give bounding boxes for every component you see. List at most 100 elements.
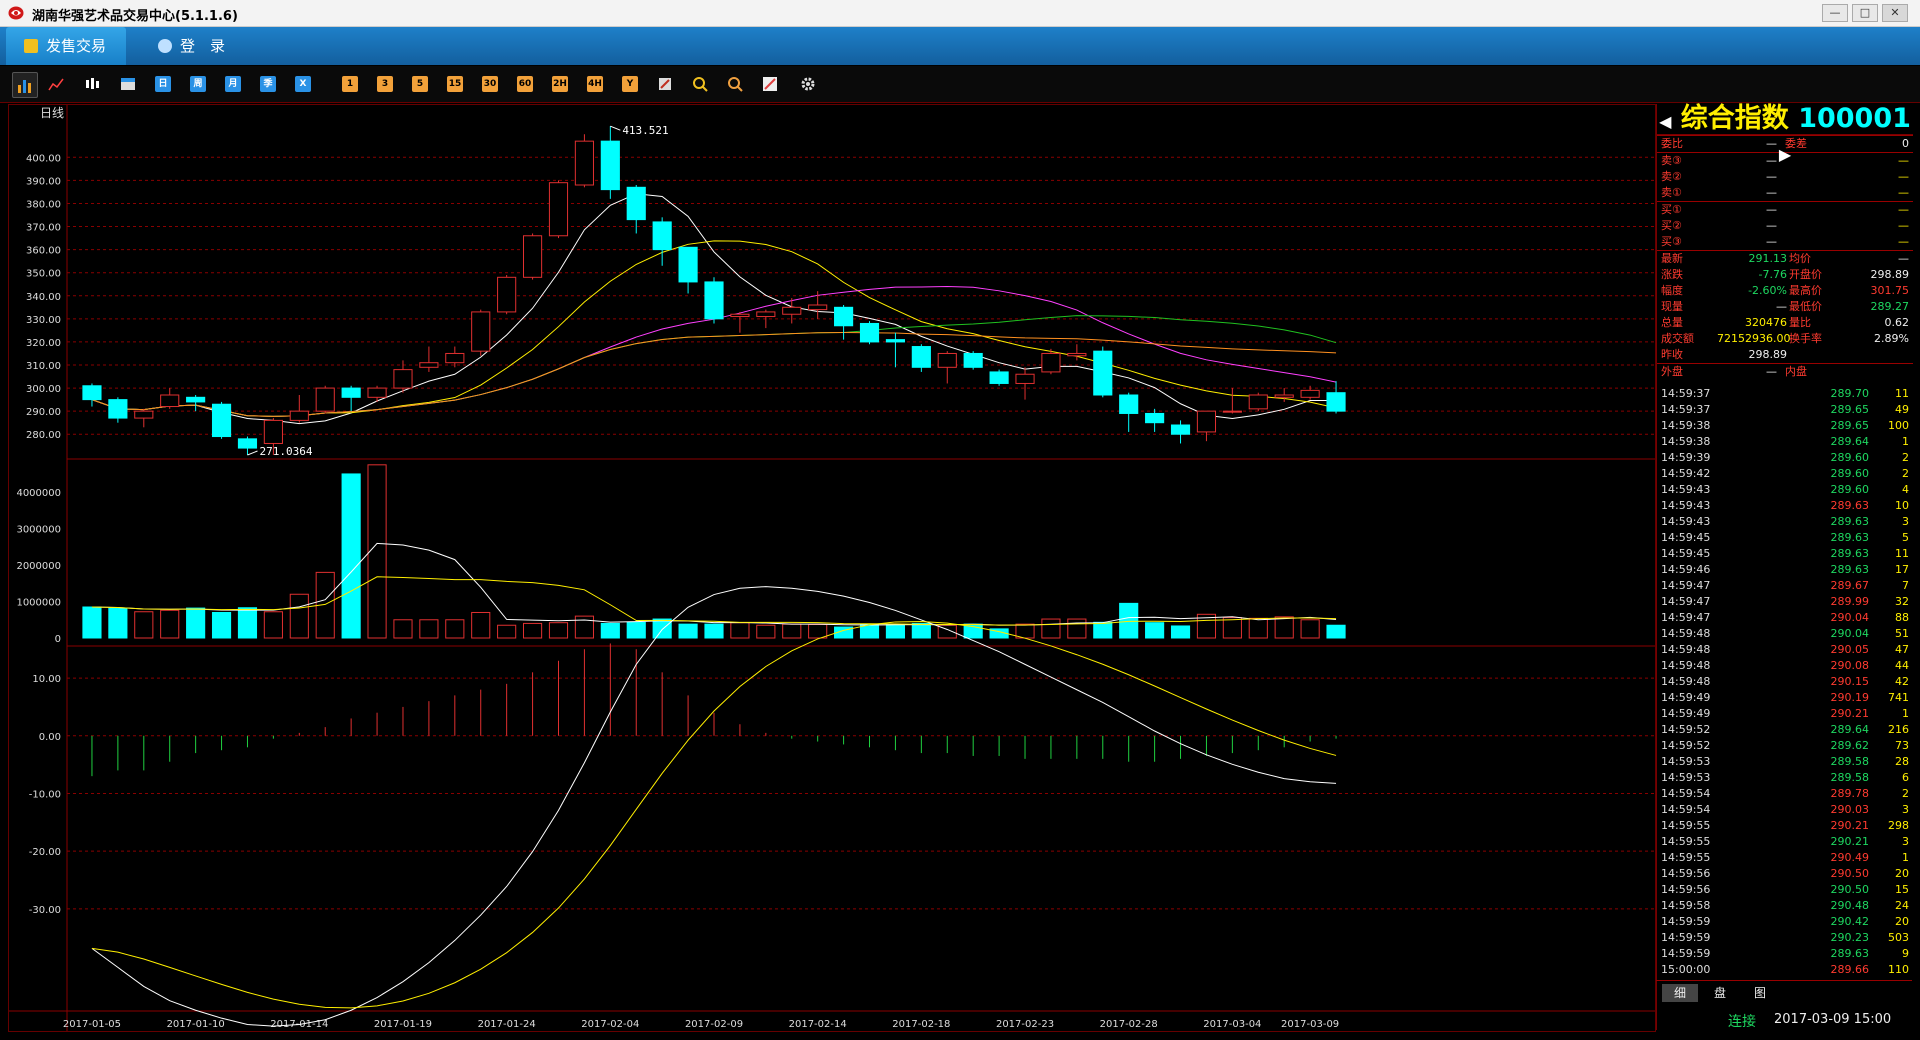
- bid-price: —: [1766, 235, 1777, 248]
- stat-row: 昨收 298.89: [1657, 347, 1913, 363]
- stat-value: 298.89: [1748, 348, 1788, 361]
- candle-button[interactable]: [84, 76, 100, 92]
- tick-row: 14:59:48 290.08 44: [1657, 658, 1913, 674]
- period-month-button[interactable]: 月: [225, 76, 241, 92]
- minute-5-button[interactable]: 5: [412, 76, 428, 92]
- volume-bar: [1222, 617, 1242, 639]
- status-datetime: 2017-03-09 15:00: [1774, 1012, 1892, 1027]
- tick-volume: 17: [1895, 563, 1909, 576]
- line-chart-button[interactable]: [48, 76, 64, 92]
- price-tick-label: 290.00: [26, 407, 61, 418]
- stat-value: 72152936.00: [1717, 332, 1791, 345]
- volume-bar: [756, 624, 776, 639]
- close-button[interactable]: ✕: [1882, 4, 1908, 22]
- tick-row: 14:59:55 290.21 3: [1657, 834, 1913, 850]
- draw-line-button[interactable]: [762, 76, 778, 92]
- candle-body: [937, 352, 957, 368]
- minute-30-button[interactable]: 30: [482, 76, 498, 92]
- edit-button[interactable]: [657, 76, 673, 92]
- tick-row: 14:59:52 289.64 216: [1657, 722, 1913, 738]
- tick-row: 14:59:47 290.04 88: [1657, 610, 1913, 626]
- tab-login[interactable]: 登 录: [140, 27, 230, 65]
- kline-chart[interactable]: 400.00 390.00 380.00 370.00 360.00 350.00 340.…: [9, 105, 1655, 1031]
- tab-chart[interactable]: 图: [1742, 984, 1778, 1002]
- volume-bar: [367, 464, 387, 639]
- volume-bar: [574, 615, 594, 639]
- minute-1-button[interactable]: 1: [342, 76, 358, 92]
- maximize-button[interactable]: □: [1852, 4, 1878, 22]
- minute-3-button[interactable]: 3: [377, 76, 393, 92]
- tick-row: 14:59:45 289.63 5: [1657, 530, 1913, 546]
- period-week-button[interactable]: 周: [190, 76, 206, 92]
- stat-row: 成交额 72152936.00 换手率 2.89%: [1657, 331, 1913, 347]
- volume-bar: [808, 624, 828, 639]
- minute-60-button[interactable]: 60: [517, 76, 533, 92]
- tick-time: 14:59:55: [1661, 819, 1711, 832]
- tab-sell-trade[interactable]: 发售交易: [6, 27, 126, 65]
- tick-time: 14:59:52: [1661, 723, 1711, 736]
- minimize-button[interactable]: —: [1822, 4, 1848, 22]
- candle-body: [574, 140, 594, 186]
- candle-body: [626, 186, 646, 221]
- tick-time: 14:59:43: [1661, 499, 1711, 512]
- period-x-button[interactable]: X: [295, 76, 311, 92]
- calendar-button[interactable]: [120, 76, 136, 92]
- volume-bar: [1015, 623, 1035, 639]
- stat-value: 301.75: [1870, 284, 1910, 297]
- toolbar: 日 周 月 季 X 1 3 5 15 30 60 2H 4H Y: [0, 66, 1920, 103]
- tick-row: 14:59:43 289.60 4: [1657, 482, 1913, 498]
- candle-body: [471, 311, 491, 352]
- settings-button[interactable]: [800, 76, 816, 92]
- tick-volume: 32: [1895, 595, 1909, 608]
- tick-volume: 51: [1895, 627, 1909, 640]
- weicha-label: 委差: [1785, 137, 1807, 150]
- period-day-button[interactable]: 日: [155, 76, 171, 92]
- volume-bar: [497, 624, 517, 639]
- volume-tick-label: 2000000: [16, 561, 61, 572]
- tick-row: 14:59:48 290.05 47: [1657, 642, 1913, 658]
- tick-time: 14:59:47: [1661, 595, 1711, 608]
- zoom-out-button[interactable]: [727, 76, 743, 92]
- candle-body: [859, 322, 880, 343]
- tab-detail[interactable]: 细: [1662, 984, 1698, 1002]
- chart-area[interactable]: 400.00 390.00 380.00 370.00 360.00 350.00 340.…: [8, 104, 1656, 1032]
- prev-instrument-icon[interactable]: ◀: [1659, 112, 1671, 131]
- tick-row: 14:59:55 290.21 298: [1657, 818, 1913, 834]
- volume-bar: [704, 623, 724, 639]
- bid-row: 买② — —: [1657, 218, 1913, 234]
- yuan-icon: [24, 39, 38, 53]
- stat-value: 291.13: [1748, 252, 1788, 265]
- year-button[interactable]: Y: [622, 76, 638, 92]
- bid-label: 买③: [1661, 235, 1682, 248]
- volume-bar: [393, 619, 413, 639]
- tick-volume: 110: [1888, 963, 1909, 976]
- candle-body: [911, 346, 931, 368]
- kline-chart-button[interactable]: [12, 72, 38, 98]
- date-tick-label: 2017-03-04: [1203, 1019, 1261, 1030]
- ask-label: 卖③: [1661, 154, 1682, 167]
- period-season-button[interactable]: 季: [260, 76, 276, 92]
- zoom-in-button[interactable]: [692, 76, 708, 92]
- tick-volume: 298: [1888, 819, 1909, 832]
- tick-row: 14:59:56 290.50 20: [1657, 866, 1913, 882]
- hour-2-button[interactable]: 2H: [552, 76, 568, 92]
- volume-bar: [1170, 625, 1191, 639]
- candle-body: [1170, 424, 1191, 435]
- tick-list[interactable]: 14:59:37 289.70 11 14:59:37 289.65 49 14:59:38…: [1657, 386, 1913, 978]
- volume-bar: [211, 611, 232, 639]
- stat-row: 现量 — 最低价 289.27: [1657, 299, 1913, 315]
- volume-bar: [1067, 618, 1087, 639]
- tick-volume: 28: [1895, 755, 1909, 768]
- price-tick-label: 310.00: [26, 361, 61, 372]
- volume-bar: [160, 609, 180, 639]
- tab-book[interactable]: 盘: [1702, 984, 1738, 1002]
- high-label: 413.521: [622, 124, 668, 137]
- minute-15-button[interactable]: 15: [447, 76, 463, 92]
- volume-bar: [341, 473, 361, 639]
- candle-body: [393, 369, 413, 389]
- volume-bar: [263, 611, 283, 639]
- tick-volume: 42: [1895, 675, 1909, 688]
- volume-tick-label: 3000000: [16, 525, 61, 536]
- tick-volume: 2: [1902, 787, 1909, 800]
- hour-4-button[interactable]: 4H: [587, 76, 603, 92]
